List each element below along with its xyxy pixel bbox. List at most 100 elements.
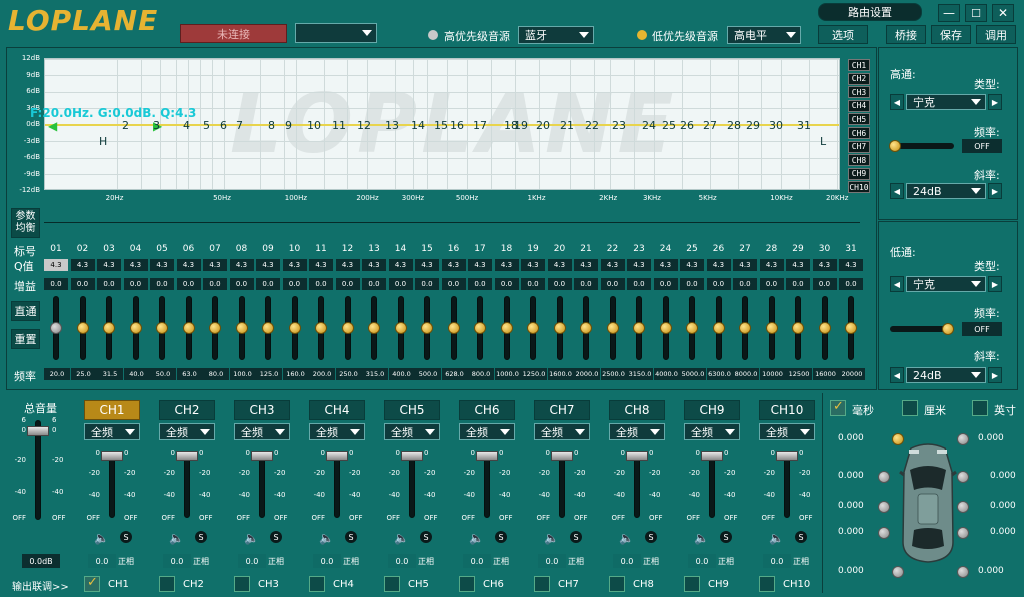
eq-point-label[interactable]: 8 xyxy=(268,119,275,132)
band-gain-value[interactable]: 0.0 xyxy=(309,278,333,290)
delay-value[interactable]: 0.000 xyxy=(990,527,1016,537)
mixer-channel-9-button[interactable]: CH9 xyxy=(684,400,740,420)
mixer-channel-phase[interactable]: 正相 xyxy=(493,556,509,567)
band-q-value[interactable]: 4.3 xyxy=(441,259,466,271)
eq-point-label[interactable]: 19 xyxy=(514,119,528,132)
band-frequency-value[interactable]: 100.0 xyxy=(229,368,256,380)
band-q-value[interactable]: 4.3 xyxy=(627,259,651,271)
eq-point-label[interactable]: 17 xyxy=(473,119,487,132)
mixer-channel-phase[interactable]: 正相 xyxy=(568,556,584,567)
mixer-channel-7-button[interactable]: CH7 xyxy=(534,400,590,420)
mixer-channel-fader-handle[interactable] xyxy=(176,451,198,461)
delay-speaker-knob[interactable] xyxy=(878,471,890,483)
band-q-value[interactable]: 4.3 xyxy=(44,259,68,271)
band-gain-value[interactable]: 0.0 xyxy=(335,278,360,290)
highpass-type-next[interactable]: ▶ xyxy=(988,94,1002,110)
band-gain-value[interactable]: 0.0 xyxy=(229,278,254,290)
mixer-channel-fader[interactable] xyxy=(109,452,115,518)
band-q-value[interactable]: 4.3 xyxy=(468,259,492,271)
band-gain-knob[interactable] xyxy=(474,322,486,334)
band-frequency-value[interactable]: 50.0 xyxy=(150,368,176,380)
mixer-channel-mode-select[interactable]: 全频 xyxy=(384,423,440,440)
graph-channel-10[interactable]: CH10 xyxy=(848,181,870,194)
band-gain-value[interactable]: 0.0 xyxy=(203,278,227,290)
mixer-channel-value[interactable]: 0.0 xyxy=(538,554,566,568)
delay-value[interactable]: 0.000 xyxy=(990,471,1016,481)
band-q-value[interactable]: 4.3 xyxy=(309,259,333,271)
band-frequency-value[interactable]: 4000.0 xyxy=(653,368,680,380)
mixer-channel-fader-handle[interactable] xyxy=(476,451,498,461)
band-gain-knob[interactable] xyxy=(368,322,380,334)
band-q-value[interactable]: 4.3 xyxy=(759,259,784,271)
delay-speaker-knob[interactable] xyxy=(957,433,969,445)
mixer-channel-fader[interactable] xyxy=(334,452,340,518)
highpass-type-select[interactable]: 宁克 xyxy=(906,94,986,110)
speaker-icon[interactable]: 🔈 xyxy=(469,531,484,545)
band-q-value[interactable]: 4.3 xyxy=(574,259,598,271)
menu-options-button[interactable]: 选项 xyxy=(818,25,868,44)
solo-icon[interactable]: S xyxy=(495,531,507,543)
delay-value[interactable]: 0.000 xyxy=(990,501,1016,511)
band-gain-value[interactable]: 0.0 xyxy=(653,278,678,290)
lowpass-type-select[interactable]: 宁克 xyxy=(906,276,986,292)
eq-point-label[interactable]: 7 xyxy=(236,119,243,132)
band-frequency-value[interactable]: 5000.0 xyxy=(680,368,706,380)
graph-channel-4[interactable]: CH4 xyxy=(848,99,870,112)
delay-speaker-knob[interactable] xyxy=(892,566,904,578)
band-q-value[interactable]: 4.3 xyxy=(786,259,810,271)
band-gain-value[interactable]: 0.0 xyxy=(812,278,837,290)
mixer-channel-phase[interactable]: 正相 xyxy=(343,556,359,567)
link-channel-5-checkbox[interactable] xyxy=(384,576,400,592)
mixer-channel-8-button[interactable]: CH8 xyxy=(609,400,665,420)
solo-icon[interactable]: S xyxy=(720,531,732,543)
band-q-value[interactable]: 4.3 xyxy=(70,259,95,271)
band-q-value[interactable]: 4.3 xyxy=(123,259,148,271)
band-frequency-value[interactable]: 250.0 xyxy=(335,368,362,380)
link-channel-3-checkbox[interactable] xyxy=(234,576,250,592)
delay-value[interactable]: 0.000 xyxy=(838,433,864,443)
mixer-channel-mode-select[interactable]: 全频 xyxy=(459,423,515,440)
band-q-value[interactable]: 4.3 xyxy=(706,259,731,271)
band-q-value[interactable]: 4.3 xyxy=(97,259,121,271)
eq-point-label[interactable]: 21 xyxy=(560,119,574,132)
band-gain-value[interactable]: 0.0 xyxy=(706,278,731,290)
band-frequency-value[interactable]: 31.5 xyxy=(97,368,123,380)
band-q-value[interactable]: 4.3 xyxy=(362,259,386,271)
band-gain-knob[interactable] xyxy=(712,322,725,334)
mixer-channel-phase[interactable]: 正相 xyxy=(718,556,734,567)
band-gain-knob[interactable] xyxy=(553,322,566,334)
menu-bridge-button[interactable]: 桥接 xyxy=(886,25,926,44)
band-q-value[interactable]: 4.3 xyxy=(335,259,360,271)
delay-speaker-knob[interactable] xyxy=(957,501,969,513)
band-gain-value[interactable]: 0.0 xyxy=(521,278,545,290)
delay-speaker-knob[interactable] xyxy=(957,566,969,578)
band-gain-value[interactable]: 0.0 xyxy=(70,278,95,290)
band-frequency-value[interactable]: 200.0 xyxy=(309,368,335,380)
band-gain-knob[interactable] xyxy=(580,322,592,334)
band-q-value[interactable]: 4.3 xyxy=(812,259,837,271)
band-gain-value[interactable]: 0.0 xyxy=(839,278,863,290)
band-q-value[interactable]: 4.3 xyxy=(547,259,572,271)
band-gain-value[interactable]: 0.0 xyxy=(574,278,598,290)
band-gain-value[interactable]: 0.0 xyxy=(733,278,757,290)
eq-point-label[interactable]: 27 xyxy=(703,119,717,132)
lowpass-type-next[interactable]: ▶ xyxy=(988,276,1002,292)
eq-point-label[interactable]: 26 xyxy=(680,119,694,132)
mixer-channel-fader[interactable] xyxy=(709,452,715,518)
band-gain-knob[interactable] xyxy=(659,322,672,334)
band-gain-value[interactable]: 0.0 xyxy=(494,278,519,290)
band-frequency-value[interactable]: 400.0 xyxy=(388,368,415,380)
band-q-value[interactable]: 4.3 xyxy=(229,259,254,271)
mixer-channel-value[interactable]: 0.0 xyxy=(88,554,116,568)
solo-icon[interactable]: S xyxy=(420,531,432,543)
mixer-channel-phase[interactable]: 正相 xyxy=(643,556,659,567)
highpass-type-prev[interactable]: ◀ xyxy=(890,94,904,110)
band-gain-knob[interactable] xyxy=(606,322,619,334)
band-frequency-value[interactable]: 1250.0 xyxy=(521,368,547,380)
mixer-channel-phase[interactable]: 正相 xyxy=(193,556,209,567)
eq-point-label[interactable]: 6 xyxy=(220,119,227,132)
unit-cm-checkbox[interactable] xyxy=(902,400,918,416)
band-gain-value[interactable]: 0.0 xyxy=(547,278,572,290)
band-gain-knob[interactable] xyxy=(845,322,857,334)
band-frequency-value[interactable]: 10000 xyxy=(759,368,786,380)
